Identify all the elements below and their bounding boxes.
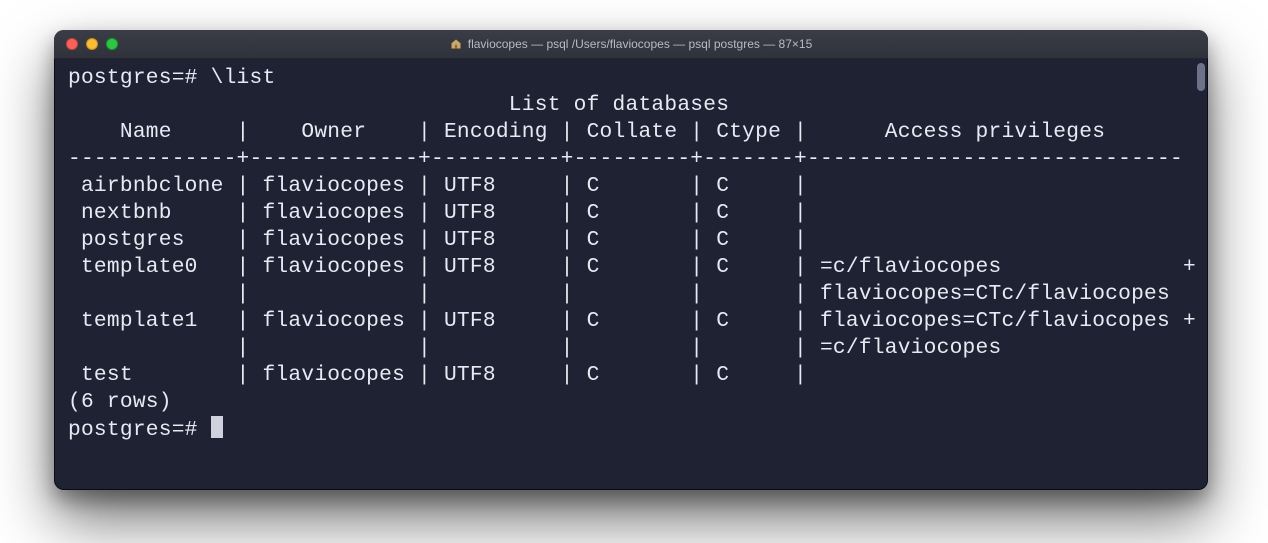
minimize-icon[interactable] <box>86 38 98 50</box>
zoom-icon[interactable] <box>106 38 118 50</box>
terminal-body[interactable]: postgres=# \list List of databases Name … <box>54 59 1208 490</box>
scrollbar-thumb[interactable] <box>1197 63 1205 91</box>
window-title-text: flaviocopes — psql /Users/flaviocopes — … <box>468 37 813 51</box>
home-folder-icon <box>450 38 462 50</box>
window-title: flaviocopes — psql /Users/flaviocopes — … <box>54 30 1208 58</box>
close-icon[interactable] <box>66 38 78 50</box>
terminal-cursor <box>211 416 224 438</box>
terminal-window: flaviocopes — psql /Users/flaviocopes — … <box>54 30 1208 490</box>
terminal-output: postgres=# \list List of databases Name … <box>54 65 1208 444</box>
titlebar: flaviocopes — psql /Users/flaviocopes — … <box>54 30 1208 59</box>
window-controls <box>66 38 118 50</box>
